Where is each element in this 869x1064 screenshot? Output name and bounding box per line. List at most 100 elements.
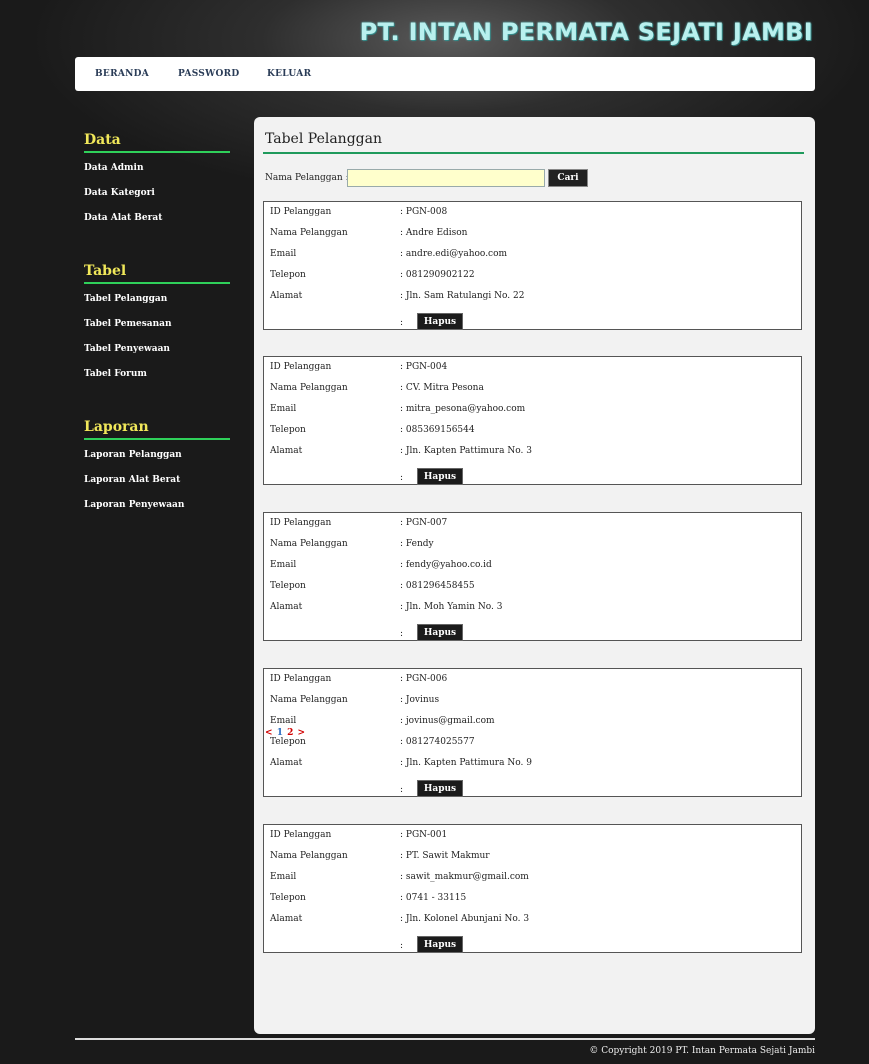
copyright-text: © Copyright 2019 PT. Intan Permata Sejat… <box>589 1046 815 1056</box>
sidebar-group-tabel: Tabel Tabel Pelanggan Tabel Pemesanan Ta… <box>84 263 230 393</box>
customer-card: ID Pelanggan : PGN-006 Nama Pelanggan : … <box>263 668 802 797</box>
field-label: Alamat <box>270 914 303 924</box>
action-colon: : <box>400 318 404 328</box>
delete-button[interactable]: Hapus <box>417 468 463 485</box>
field-value: : PGN-006 <box>400 674 448 684</box>
sidebar-item-laporan-pelanggan[interactable]: Laporan Pelanggan <box>84 449 230 474</box>
field-label: Telepon <box>270 737 306 747</box>
pagination-page-2[interactable]: 2 <box>287 728 293 738</box>
field-label: Email <box>270 716 297 726</box>
pagination: < 1 2 > <box>265 728 306 738</box>
field-value: : fendy@yahoo.co.id <box>400 560 492 570</box>
field-value: : Jln. Kapten Pattimura No. 9 <box>400 758 532 768</box>
field-label: Alamat <box>270 602 303 612</box>
sidebar-item-tabel-forum[interactable]: Tabel Forum <box>84 368 230 393</box>
field-value: : 0741 - 33115 <box>400 893 467 903</box>
field-label: ID Pelanggan <box>270 362 332 372</box>
field-value: : PGN-008 <box>400 207 448 217</box>
field-label: Alamat <box>270 291 303 301</box>
sidebar-item-data-admin[interactable]: Data Admin <box>84 162 230 187</box>
sidebar-heading-laporan: Laporan <box>84 419 230 440</box>
site-title: PT. INTAN PERMATA SEJATI JAMBI <box>359 18 813 46</box>
field-label: Alamat <box>270 446 303 456</box>
field-value: : andre.edi@yahoo.com <box>400 249 508 259</box>
nav-keluar[interactable]: KELUAR <box>267 69 311 79</box>
field-label: ID Pelanggan <box>270 518 332 528</box>
field-label: Email <box>270 872 297 882</box>
sidebar-item-tabel-penyewaan[interactable]: Tabel Penyewaan <box>84 343 230 368</box>
nav-beranda[interactable]: BERANDA <box>95 69 149 79</box>
field-value: : Fendy <box>400 539 434 549</box>
field-label: Telepon <box>270 425 306 435</box>
field-value: : jovinus@gmail.com <box>400 716 495 726</box>
field-label: Telepon <box>270 893 306 903</box>
delete-button[interactable]: Hapus <box>417 313 463 330</box>
action-colon: : <box>400 629 404 639</box>
field-value: : sawit_makmur@gmail.com <box>400 872 529 882</box>
sidebar: Data Data Admin Data Kategori Data Alat … <box>84 132 230 550</box>
field-label: ID Pelanggan <box>270 830 332 840</box>
sidebar-item-tabel-pemesanan[interactable]: Tabel Pemesanan <box>84 318 230 343</box>
sidebar-item-laporan-penyewaan[interactable]: Laporan Penyewaan <box>84 499 230 524</box>
sidebar-group-data: Data Data Admin Data Kategori Data Alat … <box>84 132 230 237</box>
footer-divider <box>75 1038 815 1040</box>
pagination-next[interactable]: > <box>298 728 306 738</box>
field-label: Telepon <box>270 581 306 591</box>
field-label: Nama Pelanggan <box>270 851 348 861</box>
search-label: Nama Pelanggan : <box>265 173 349 183</box>
customer-card: ID Pelanggan : PGN-007 Nama Pelanggan : … <box>263 512 802 641</box>
customer-card: ID Pelanggan : PGN-008 Nama Pelanggan : … <box>263 201 802 330</box>
field-label: ID Pelanggan <box>270 674 332 684</box>
customer-card: ID Pelanggan : PGN-001 Nama Pelanggan : … <box>263 824 802 953</box>
field-value: : Jln. Moh Yamin No. 3 <box>400 602 503 612</box>
field-value: : Jln. Kolonel Abunjani No. 3 <box>400 914 530 924</box>
sidebar-group-laporan: Laporan Laporan Pelanggan Laporan Alat B… <box>84 419 230 524</box>
pagination-page-1: 1 <box>276 728 283 738</box>
main-content: Tabel Pelanggan Nama Pelanggan : Cari ID… <box>254 117 815 1034</box>
action-colon: : <box>400 785 404 795</box>
field-value: : Andre Edison <box>400 228 468 238</box>
search-button[interactable]: Cari <box>548 169 588 187</box>
field-value: : PT. Sawit Makmur <box>400 851 490 861</box>
delete-button[interactable]: Hapus <box>417 936 463 953</box>
sidebar-item-data-kategori[interactable]: Data Kategori <box>84 187 230 212</box>
field-label: Email <box>270 560 297 570</box>
field-value: : 085369156544 <box>400 425 475 435</box>
field-label: Nama Pelanggan <box>270 695 348 705</box>
field-value: : 081290902122 <box>400 270 475 280</box>
field-value: : PGN-007 <box>400 518 448 528</box>
field-label: Telepon <box>270 270 306 280</box>
field-label: ID Pelanggan <box>270 207 332 217</box>
field-value: : Jovinus <box>400 695 440 705</box>
field-label: Nama Pelanggan <box>270 228 348 238</box>
page-title: Tabel Pelanggan <box>265 131 382 147</box>
field-value: : 081274025577 <box>400 737 475 747</box>
field-value: : Jln. Sam Ratulangi No. 22 <box>400 291 525 301</box>
nav-password[interactable]: PASSWORD <box>178 69 240 79</box>
field-label: Nama Pelanggan <box>270 383 348 393</box>
field-value: : PGN-004 <box>400 362 448 372</box>
field-value: : CV. Mitra Pesona <box>400 383 484 393</box>
sidebar-heading-tabel: Tabel <box>84 263 230 284</box>
action-colon: : <box>400 473 404 483</box>
sidebar-item-data-alat-berat[interactable]: Data Alat Berat <box>84 212 230 237</box>
customer-card: ID Pelanggan : PGN-004 Nama Pelanggan : … <box>263 356 802 485</box>
action-colon: : <box>400 941 404 951</box>
field-label: Email <box>270 404 297 414</box>
field-label: Nama Pelanggan <box>270 539 348 549</box>
title-divider <box>263 152 804 154</box>
delete-button[interactable]: Hapus <box>417 780 463 797</box>
pagination-prev[interactable]: < <box>265 728 273 738</box>
sidebar-item-tabel-pelanggan[interactable]: Tabel Pelanggan <box>84 293 230 318</box>
field-value: : PGN-001 <box>400 830 448 840</box>
search-input[interactable] <box>347 169 545 187</box>
top-navbar: BERANDA PASSWORD KELUAR <box>75 57 815 91</box>
delete-button[interactable]: Hapus <box>417 624 463 641</box>
field-value: : mitra_pesona@yahoo.com <box>400 404 526 414</box>
field-label: Alamat <box>270 758 303 768</box>
field-value: : Jln. Kapten Pattimura No. 3 <box>400 446 532 456</box>
sidebar-item-laporan-alat-berat[interactable]: Laporan Alat Berat <box>84 474 230 499</box>
field-label: Email <box>270 249 297 259</box>
sidebar-heading-data: Data <box>84 132 230 153</box>
field-value: : 081296458455 <box>400 581 475 591</box>
